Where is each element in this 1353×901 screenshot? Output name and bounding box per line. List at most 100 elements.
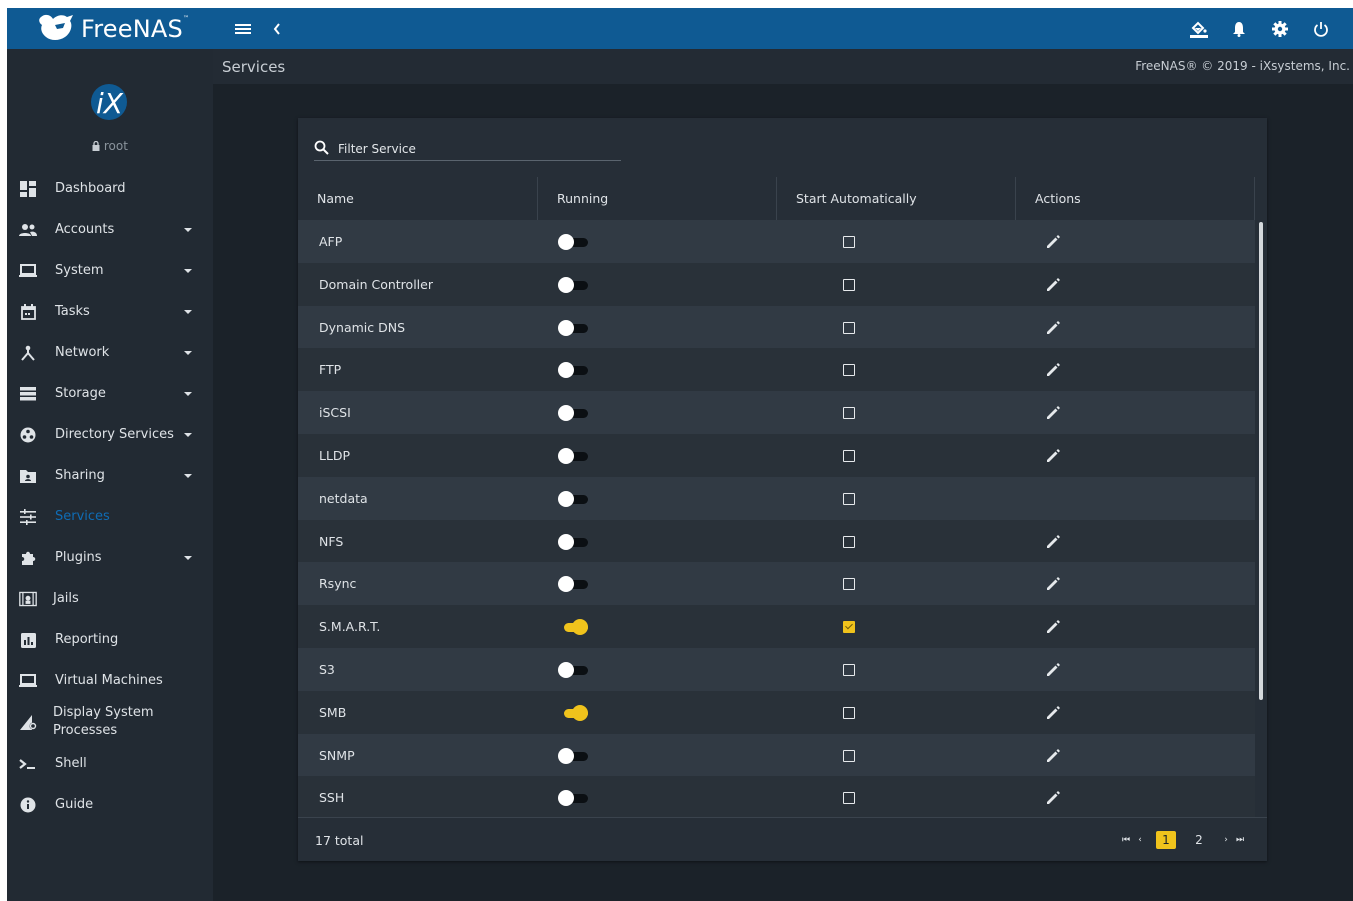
- menu-icon[interactable]: [233, 8, 253, 49]
- edit-icon[interactable]: [1044, 447, 1062, 465]
- running-toggle[interactable]: [556, 405, 589, 422]
- edit-icon[interactable]: [1044, 319, 1062, 337]
- app-window: FreeNAS™ iX root Dashboard Accounts Syst…: [7, 8, 1353, 901]
- page-2-button[interactable]: 2: [1189, 830, 1209, 850]
- column-name[interactable]: Name: [298, 177, 538, 220]
- edit-icon[interactable]: [1044, 575, 1062, 593]
- edit-icon[interactable]: [1044, 404, 1062, 422]
- sidebar-item-jails[interactable]: Jails: [7, 581, 213, 617]
- start-automatically-checkbox[interactable]: [843, 321, 855, 334]
- running-toggle[interactable]: [556, 490, 589, 507]
- power-icon[interactable]: [1311, 8, 1331, 49]
- chevron-down-icon[interactable]: [184, 228, 192, 232]
- running-toggle[interactable]: [556, 533, 589, 550]
- sidebar-item-tasks[interactable]: Tasks: [7, 294, 213, 330]
- brand[interactable]: FreeNAS™: [7, 8, 213, 49]
- vm-icon: [19, 672, 37, 690]
- prev-page-icon[interactable]: ‹: [1134, 830, 1146, 850]
- sidebar-item-virtual-machines[interactable]: Virtual Machines: [7, 663, 213, 699]
- running-toggle[interactable]: [556, 276, 589, 293]
- start-automatically-checkbox[interactable]: [843, 450, 855, 462]
- sidebar-item-shell[interactable]: Shell: [7, 746, 213, 782]
- toggle-knob: [558, 405, 574, 422]
- running-toggle[interactable]: [556, 448, 589, 464]
- running-toggle[interactable]: [556, 619, 589, 636]
- running-toggle[interactable]: [556, 319, 589, 336]
- filter-service-input[interactable]: [338, 142, 608, 156]
- gear-icon[interactable]: [1270, 8, 1290, 49]
- chevron-down-icon[interactable]: [184, 310, 192, 314]
- running-toggle[interactable]: [556, 234, 589, 250]
- running-toggle[interactable]: [556, 662, 589, 678]
- sidebar-item-sharing[interactable]: Sharing: [7, 458, 213, 494]
- sidebar-item-label: Sharing: [55, 468, 105, 483]
- edit-icon[interactable]: [1044, 747, 1062, 765]
- chevron-down-icon[interactable]: [184, 433, 192, 437]
- running-toggle[interactable]: [556, 576, 589, 593]
- edit-icon[interactable]: [1044, 533, 1062, 551]
- edit-icon[interactable]: [1044, 233, 1062, 251]
- running-toggle[interactable]: [556, 362, 589, 379]
- running-toggle[interactable]: [556, 790, 589, 807]
- sidebar-item-reporting[interactable]: Reporting: [7, 622, 213, 658]
- start-automatically-checkbox[interactable]: [843, 664, 855, 676]
- table-row: netdata: [298, 476, 1255, 520]
- bell-icon[interactable]: [1229, 8, 1249, 49]
- chevron-down-icon[interactable]: [184, 351, 192, 355]
- filter-field: [314, 138, 621, 161]
- start-automatically-checkbox[interactable]: [843, 407, 855, 420]
- start-automatically-checkbox[interactable]: [843, 492, 855, 505]
- table-header: Name Running Start Automatically Actions: [298, 177, 1255, 220]
- page-1-button[interactable]: 1: [1156, 831, 1176, 849]
- running-toggle[interactable]: [556, 704, 589, 721]
- chevron-down-icon[interactable]: [184, 474, 192, 478]
- sidebar-item-label: Plugins: [55, 550, 102, 565]
- start-automatically-checkbox[interactable]: [843, 535, 855, 548]
- running-toggle[interactable]: [556, 747, 589, 764]
- sidebar-item-system[interactable]: System: [7, 253, 213, 289]
- scrollbar[interactable]: [1255, 220, 1267, 817]
- chevron-down-icon[interactable]: [184, 556, 192, 560]
- sidebar-item-plugins[interactable]: Plugins: [7, 540, 213, 576]
- sidebar-item-storage[interactable]: Storage: [7, 376, 213, 412]
- theme-icon[interactable]: [1187, 8, 1211, 49]
- sidebar-item-accounts[interactable]: Accounts: [7, 212, 213, 248]
- start-automatically-checkbox[interactable]: [843, 578, 855, 591]
- last-page-icon[interactable]: ⏭: [1234, 830, 1246, 850]
- chevron-left-icon[interactable]: [269, 8, 285, 49]
- start-automatically-checkbox[interactable]: [843, 278, 855, 291]
- start-automatically-checkbox[interactable]: [843, 792, 855, 805]
- start-automatically-checkbox[interactable]: [843, 621, 855, 634]
- next-page-icon[interactable]: ›: [1220, 830, 1232, 850]
- toggle-knob: [558, 790, 574, 807]
- edit-icon[interactable]: [1044, 789, 1062, 807]
- start-automatically-checkbox[interactable]: [843, 364, 855, 377]
- edit-icon[interactable]: [1044, 661, 1062, 679]
- table-row: Domain Controller: [298, 262, 1255, 306]
- column-running[interactable]: Running: [538, 177, 777, 220]
- network-icon: [19, 344, 37, 362]
- sidebar-item-guide[interactable]: Guide: [7, 787, 213, 823]
- scrollbar-thumb[interactable]: [1259, 222, 1263, 700]
- edit-icon[interactable]: [1044, 276, 1062, 294]
- column-actions[interactable]: Actions: [1016, 177, 1255, 220]
- start-automatically-checkbox[interactable]: [843, 236, 855, 248]
- sidebar-item-directory-services[interactable]: Directory Services: [7, 417, 213, 453]
- edit-icon[interactable]: [1044, 361, 1062, 379]
- sidebar: iX root Dashboard Accounts System Tasks Netw…: [7, 49, 213, 901]
- chevron-down-icon[interactable]: [184, 392, 192, 396]
- sidebar-item-display-system-processes[interactable]: Display System Processes: [7, 704, 213, 740]
- edit-icon[interactable]: [1044, 618, 1062, 636]
- first-page-icon[interactable]: ⏮: [1120, 830, 1132, 850]
- chevron-down-icon[interactable]: [184, 269, 192, 273]
- sidebar-item-services[interactable]: Services: [7, 499, 213, 535]
- service-name: LLDP: [319, 448, 351, 463]
- edit-icon[interactable]: [1044, 704, 1062, 722]
- sidebar-item-network[interactable]: Network: [7, 335, 213, 371]
- table-row: S.M.A.R.T.: [298, 605, 1255, 649]
- sidebar-item-dashboard[interactable]: Dashboard: [7, 171, 213, 207]
- sidebar-item-label: Virtual Machines: [55, 673, 163, 688]
- column-start-automatically[interactable]: Start Automatically: [777, 177, 1016, 220]
- start-automatically-checkbox[interactable]: [843, 706, 855, 719]
- start-automatically-checkbox[interactable]: [843, 749, 855, 762]
